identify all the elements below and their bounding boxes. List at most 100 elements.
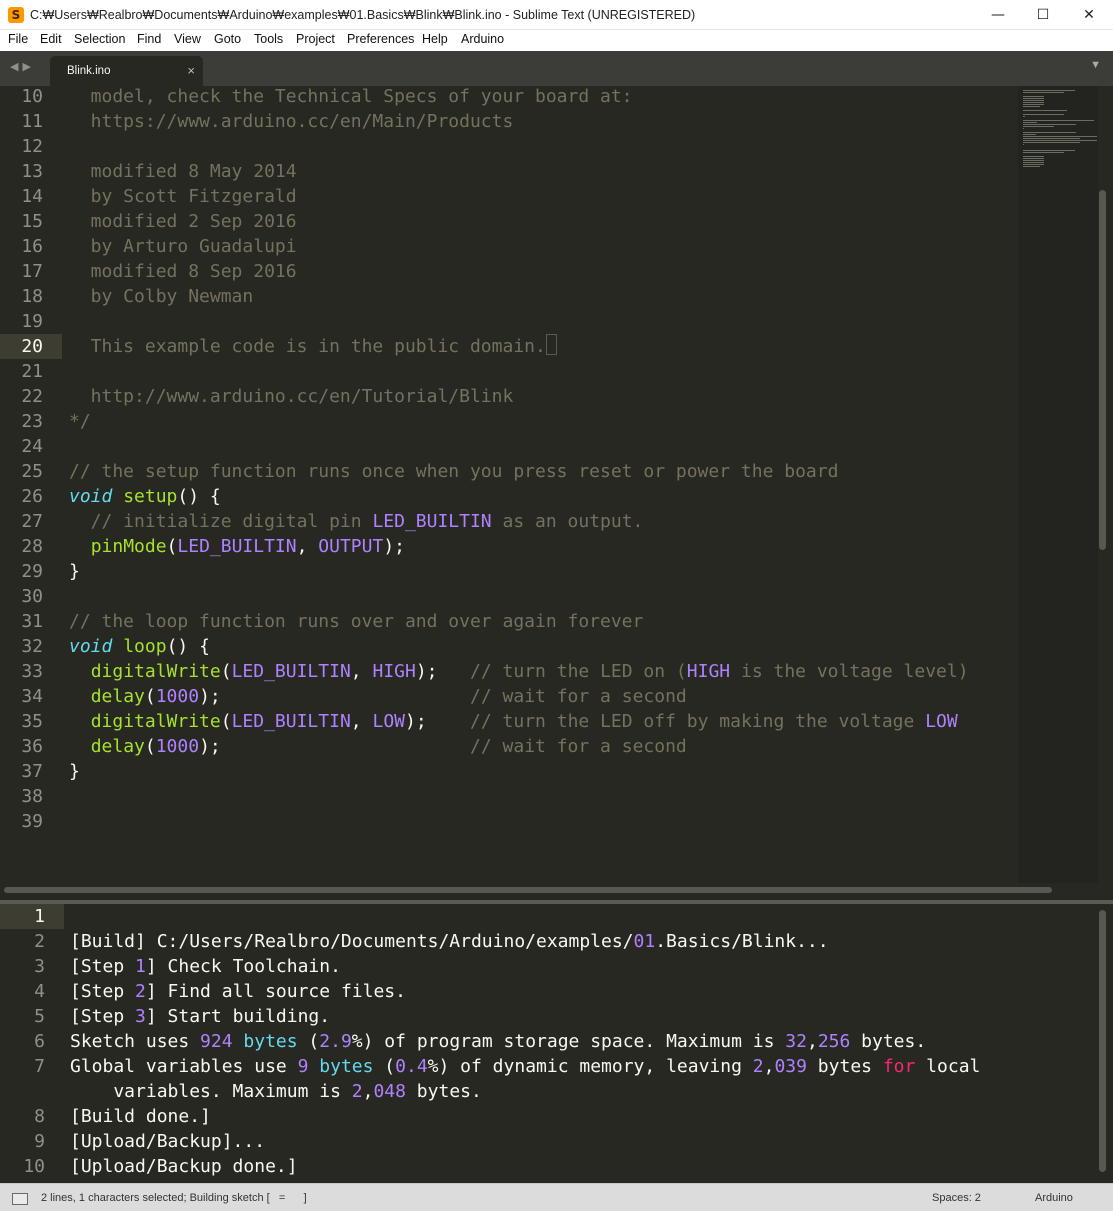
code-line[interactable]: by Scott Fitzgerald bbox=[69, 184, 297, 209]
code-line[interactable]: http://www.arduino.cc/en/Tutorial/Blink bbox=[69, 384, 514, 409]
output-line[interactable]: [Upload/Backup]... bbox=[70, 1129, 265, 1154]
code-token: modified 8 Sep 2016 bbox=[69, 261, 297, 282]
code-token: ( bbox=[166, 536, 178, 557]
code-line[interactable]: delay(1000); // wait for a second bbox=[69, 734, 687, 759]
code-line[interactable]: by Arturo Guadalupi bbox=[69, 234, 297, 259]
output-token: ] Find all source files. bbox=[145, 981, 406, 1002]
code-line[interactable]: void setup() { bbox=[69, 484, 221, 509]
output-line[interactable]: [Step 1] Check Toolchain. bbox=[70, 954, 341, 979]
indentation-setting[interactable]: Spaces: 2 bbox=[932, 1192, 981, 1204]
output-token: 048 bbox=[373, 1081, 406, 1102]
code-line[interactable]: modified 8 Sep 2016 bbox=[69, 259, 297, 284]
code-line[interactable]: } bbox=[69, 559, 80, 584]
output-token: [Build] C:/Users/Realbro/Documents/Ardui… bbox=[70, 931, 634, 952]
minimap-line bbox=[1023, 92, 1064, 93]
minimap-line bbox=[1023, 100, 1044, 101]
output-token: [Step bbox=[70, 981, 136, 1002]
editor-horizontal-scrollbar[interactable] bbox=[4, 887, 1052, 893]
minimap-line bbox=[1023, 158, 1044, 159]
code-line[interactable]: by Colby Newman bbox=[69, 284, 254, 309]
output-line[interactable]: Global variables use 9 bytes (0.4%) of d… bbox=[70, 1054, 980, 1079]
code-line[interactable]: void loop() { bbox=[69, 634, 210, 659]
code-token: as an output. bbox=[491, 511, 644, 532]
minimap-line bbox=[1023, 138, 1080, 139]
menu-project[interactable]: Project bbox=[296, 32, 335, 46]
status-message: 2 lines, 1 characters selected; Building… bbox=[41, 1192, 307, 1204]
code-line[interactable]: This example code is in the public domai… bbox=[69, 334, 557, 359]
code-line[interactable]: model, check the Technical Specs of your… bbox=[69, 86, 633, 109]
minimap[interactable] bbox=[1018, 86, 1098, 883]
output-token: 924 bbox=[200, 1031, 233, 1052]
output-token: 1 bbox=[135, 956, 146, 977]
output-line-number: 1 bbox=[0, 904, 64, 929]
code-token: // turn the LED on ( bbox=[470, 661, 687, 682]
output-line[interactable]: [Build done.] bbox=[70, 1104, 211, 1129]
code-token: digitalWrite bbox=[90, 711, 221, 732]
tab-nav-arrows-icon[interactable]: ◀▶ bbox=[10, 60, 35, 73]
sublime-app-icon: S bbox=[8, 7, 24, 23]
line-number: 15 bbox=[21, 211, 43, 232]
output-token: 32 bbox=[785, 1031, 807, 1052]
line-number: 33 bbox=[21, 661, 43, 682]
code-line[interactable]: delay(1000); // wait for a second bbox=[69, 684, 687, 709]
menu-tools[interactable]: Tools bbox=[254, 32, 283, 46]
code-token: delay bbox=[90, 736, 145, 757]
minimap-line bbox=[1023, 120, 1094, 121]
panel-toggle-icon[interactable] bbox=[12, 1193, 28, 1205]
minimize-button[interactable]: — bbox=[975, 0, 1021, 30]
tab-close-icon[interactable]: × bbox=[187, 63, 195, 78]
output-line[interactable]: variables. Maximum is 2,048 bytes. bbox=[70, 1079, 481, 1104]
syntax-selector[interactable]: Arduino bbox=[1035, 1192, 1073, 1204]
close-button[interactable]: ✕ bbox=[1066, 0, 1112, 30]
output-line-number: 2 bbox=[34, 931, 45, 952]
output-line[interactable]: [Step 3] Start building. bbox=[70, 1004, 330, 1029]
menu-view[interactable]: View bbox=[174, 32, 201, 46]
menu-help[interactable]: Help bbox=[422, 32, 448, 46]
code-line[interactable]: // initialize digital pin LED_BUILTIN as… bbox=[69, 509, 644, 534]
output-line[interactable]: [Build] C:/Users/Realbro/Documents/Ardui… bbox=[70, 929, 829, 954]
output-line[interactable]: [Step 2] Find all source files. bbox=[70, 979, 406, 1004]
minimap-line bbox=[1023, 132, 1076, 133]
minimap-line bbox=[1023, 96, 1044, 97]
editor-vertical-scrollbar[interactable] bbox=[1099, 190, 1106, 550]
menu-edit[interactable]: Edit bbox=[40, 32, 62, 46]
code-line[interactable]: modified 8 May 2014 bbox=[69, 159, 297, 184]
code-token: ); bbox=[405, 711, 471, 732]
output-line[interactable]: [Upload/Backup done.] bbox=[70, 1154, 298, 1179]
output-token: 2 bbox=[752, 1056, 764, 1077]
output-token: bytes bbox=[319, 1056, 374, 1077]
line-number: 35 bbox=[21, 711, 43, 732]
menu-file[interactable]: File bbox=[8, 32, 28, 46]
output-panel-scrollbar[interactable] bbox=[1099, 910, 1106, 1172]
code-line[interactable]: // the loop function runs over and over … bbox=[69, 609, 643, 634]
build-output-panel[interactable]: 1 2 [Build] C:/Users/Realbro/Documents/Ard… bbox=[0, 904, 1113, 1182]
code-line[interactable]: digitalWrite(LED_BUILTIN, LOW); // turn … bbox=[69, 709, 958, 734]
code-line[interactable]: https://www.arduino.cc/en/Main/Products bbox=[69, 109, 514, 134]
output-token: 2 bbox=[135, 981, 146, 1002]
code-line[interactable]: pinMode(LED_BUILTIN, OUTPUT); bbox=[69, 534, 405, 559]
menu-arduino[interactable]: Arduino bbox=[461, 32, 504, 46]
code-token: 1000 bbox=[155, 736, 200, 757]
code-line[interactable]: // the setup function runs once when you… bbox=[69, 459, 838, 484]
code-token: } bbox=[69, 761, 80, 782]
menu-goto[interactable]: Goto bbox=[214, 32, 241, 46]
code-line[interactable]: digitalWrite(LED_BUILTIN, HIGH); // turn… bbox=[69, 659, 969, 684]
code-editor[interactable]: 10 11 12 13 14 15 16 17 18 19 20 21 22 23 24 25 26 27 28 29… bbox=[0, 86, 1113, 883]
output-line-number: 3 bbox=[34, 956, 45, 977]
output-token: , bbox=[763, 1056, 775, 1077]
tab-blink-ino[interactable]: Blink.ino × bbox=[50, 56, 203, 86]
code-line[interactable]: */ bbox=[69, 409, 91, 434]
output-line-number: 6 bbox=[34, 1031, 45, 1052]
output-line-number: 8 bbox=[34, 1106, 45, 1127]
output-line[interactable]: Sketch uses 924 bytes (2.9%) of program … bbox=[70, 1029, 926, 1054]
line-number: 26 bbox=[21, 486, 43, 507]
tab-dropdown-icon[interactable]: ▼ bbox=[1090, 59, 1101, 71]
menu-selection[interactable]: Selection bbox=[74, 32, 125, 46]
code-line[interactable]: modified 2 Sep 2016 bbox=[69, 209, 297, 234]
maximize-button[interactable]: ☐ bbox=[1020, 0, 1066, 30]
code-line[interactable]: } bbox=[69, 759, 80, 784]
menu-preferences[interactable]: Preferences bbox=[347, 32, 414, 46]
menu-find[interactable]: Find bbox=[137, 32, 161, 46]
